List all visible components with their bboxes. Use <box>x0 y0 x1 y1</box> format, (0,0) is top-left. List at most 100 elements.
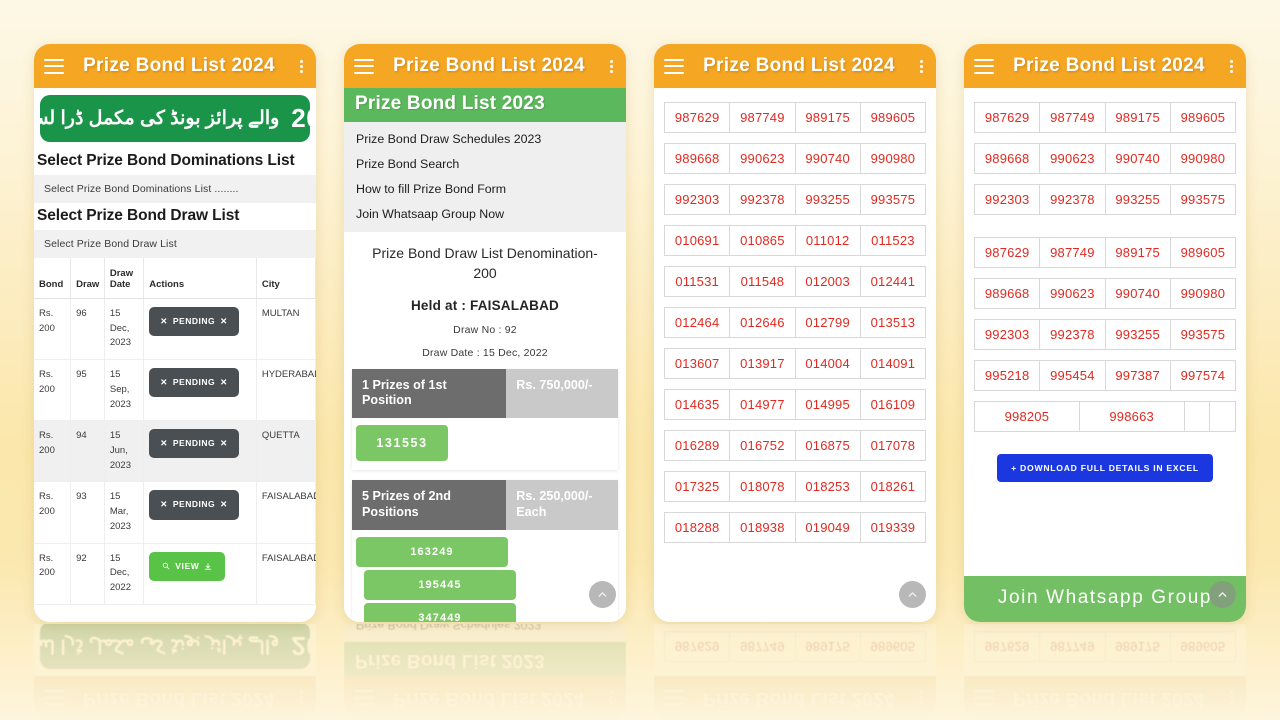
bond-number-cell: 990623 <box>730 143 796 174</box>
urdu-denomination-banner: 200 والے پرائز بونڈ کی مکمل ڈرا لسٹ <box>34 95 316 142</box>
bond-number-cell: 012464 <box>664 307 731 338</box>
table-row: Rs. 200 93 15 Mar, 2023 ✕ PENDING ✕ FAISALABAD <box>34 481 316 544</box>
draw-date: Draw Date : 15 Dec, 2022 <box>422 346 548 359</box>
view-button-label: VIEW <box>175 560 200 571</box>
bond-number-cell: 989175 <box>1105 102 1171 133</box>
bond-number-cell: 992303 <box>974 319 1041 350</box>
view-button[interactable]: VIEW <box>149 551 226 581</box>
phone-mockup-stage: Prize Bond List 2024 200 والے پرائز بونڈ… <box>0 0 1280 720</box>
prize-blocks-container: 1 Prizes of 1st Position Rs. 750,000/- 131… <box>344 368 626 622</box>
hamburger-menu-icon[interactable] <box>354 58 374 74</box>
hamburger-menu-icon[interactable] <box>44 58 64 74</box>
pending-button[interactable]: ✕ PENDING ✕ <box>149 368 239 398</box>
pending-button[interactable]: ✕ PENDING ✕ <box>149 490 239 520</box>
phone-screen-1: Prize Bond List 2024 200 والے پرائز بونڈ… <box>34 44 316 622</box>
close-icon: ✕ <box>220 377 228 388</box>
close-icon: ✕ <box>160 377 168 388</box>
bond-number-cell: 992378 <box>1040 319 1106 350</box>
prize-header: 1 Prizes of 1st Position Rs. 750,000/- <box>352 368 619 419</box>
draw-list-select[interactable]: Select Prize Bond Draw List <box>34 230 316 258</box>
prize-header: 5 Prizes of 2nd Positions Rs. 250,000/- E… <box>352 480 619 530</box>
drawer-menu-item[interactable]: Join Whatsaap Group Now <box>344 201 626 226</box>
drawer-menu-item[interactable]: Prize Bond Search <box>344 151 626 176</box>
panel2-reflection: Prize Bond List 2024 Prize Bond List 202… <box>344 624 626 720</box>
kebab-more-icon[interactable] <box>1224 59 1238 73</box>
bond-number-cell: 992303 <box>664 184 731 215</box>
bond-number-cell <box>1184 401 1211 432</box>
bond-number-cell: 989175 <box>1105 631 1171 662</box>
number-grid-row: 011531 011548 012003 012441 <box>664 266 926 297</box>
cell-draw-date: 15 Dec, 2022 <box>104 543 145 605</box>
kebab-more-icon[interactable] <box>294 59 308 73</box>
prize-block: 1 Prizes of 1st Position Rs. 750,000/- 131… <box>352 368 619 471</box>
number-grid-row: 987629 987749 989175 989605 <box>664 102 926 133</box>
join-whatsapp-group-bar[interactable]: Join Whatsapp Group <box>964 576 1246 622</box>
number-grid-row: 992303 992378 993255 993575 <box>974 319 1236 350</box>
bond-number-cell: 018253 <box>795 471 861 502</box>
winning-number: 195445 <box>364 569 516 600</box>
number-grid-row: 992303 992378 993255 993575 <box>664 184 926 215</box>
prize-numbers: 131553 <box>352 418 618 471</box>
pending-button[interactable]: ✕ PENDING ✕ <box>149 429 239 459</box>
kebab-more-icon <box>294 691 308 705</box>
bond-number-grid-4: 9876299877499891759896059896689906239907… <box>964 624 1246 676</box>
hamburger-menu-icon[interactable] <box>664 58 684 74</box>
bond-number-cell: 997387 <box>1105 360 1171 391</box>
bond-number-cell: 989668 <box>974 278 1041 309</box>
drawer-menu-list: Prize Bond Draw Schedules 2023Prize Bond… <box>344 122 626 232</box>
draw-number: Draw No : 92 <box>453 323 517 336</box>
panel4-content: 9876299877499891759896059896689906239907… <box>964 88 1246 622</box>
bond-number-cell: 989605 <box>860 102 926 133</box>
bond-number-cell: 016289 <box>664 430 731 461</box>
number-grid-row: 018288 018938 019049 019339 <box>664 512 926 543</box>
bond-number-cell: 990740 <box>1105 143 1171 174</box>
th-actions: Actions <box>143 258 257 299</box>
hamburger-menu-icon[interactable] <box>974 58 994 74</box>
banner-urdu-text: والے پرائز بونڈ کی مکمل ڈرا لسٹ <box>34 635 280 656</box>
download-excel-button[interactable]: + DOWNLOAD FULL DETAILS IN EXCEL <box>997 454 1213 482</box>
bond-number-cell: 987749 <box>730 102 796 133</box>
kebab-more-icon[interactable] <box>914 59 928 73</box>
bond-number-cell: 013513 <box>860 307 926 338</box>
number-grid-row: 014635 014977 014995 016109 <box>664 389 926 420</box>
bond-number-cell: 018261 <box>860 471 926 502</box>
bond-number-cell: 990740 <box>795 143 861 174</box>
banner-denomination: 200 <box>291 631 316 661</box>
bond-number-cell: 012441 <box>860 266 926 297</box>
panel2-content: Prize Bond List 2023 Prize Bond Draw Sch… <box>344 624 626 676</box>
bond-number-cell: 990623 <box>1040 278 1106 309</box>
app-header-4: Prize Bond List 2024 <box>964 676 1246 720</box>
bond-number-cell: 997574 <box>1170 360 1236 391</box>
bond-number-cell: 987749 <box>730 631 796 662</box>
drawer-menu-item[interactable]: Prize Bond Draw Schedules 2023 <box>344 126 626 151</box>
drawer-menu-item[interactable]: How to fill Prize Bond Form <box>344 176 626 201</box>
pending-button-label: PENDING <box>172 316 216 326</box>
prize-position-label: 5 Prizes of 2nd Positions <box>352 480 507 530</box>
phone-screen-4: Prize Bond List 2024 987629 987749 989175 9… <box>964 44 1246 622</box>
scroll-to-top-button[interactable] <box>899 581 926 608</box>
bond-number-cell: 995218 <box>974 360 1041 391</box>
bond-number-cell: 016875 <box>795 430 861 461</box>
pending-button[interactable]: ✕ PENDING ✕ <box>149 307 239 337</box>
cell-city: HYDERABAD <box>256 359 316 422</box>
th-draw: Draw <box>70 258 105 299</box>
bond-number-cell: 990980 <box>1170 278 1236 309</box>
kebab-more-icon[interactable] <box>604 59 618 73</box>
number-grid-row: 998205 998663 <box>974 401 1236 432</box>
bond-number-cell: 018938 <box>730 512 796 543</box>
scroll-to-top-button[interactable] <box>589 581 616 608</box>
panel1-content: 200 والے پرائز بونڈ کی مکمل ڈرا لسٹ Sele… <box>34 88 316 622</box>
pending-button-label: PENDING <box>172 377 216 388</box>
app-header-2: Prize Bond List 2024 <box>344 44 626 88</box>
close-icon: ✕ <box>220 438 228 449</box>
phone-screen-3: Prize Bond List 2024 987629 987749 989175 9… <box>654 44 936 622</box>
dominations-select[interactable]: Select Prize Bond Dominations List .....… <box>34 175 316 203</box>
bond-number-cell: 016109 <box>860 389 926 420</box>
bond-number-cell: 993575 <box>1170 319 1236 350</box>
cell-draw-date: 15 Dec, 2023 <box>104 298 145 361</box>
winning-number: 163249 <box>356 536 508 567</box>
banner-denomination: 200 <box>291 103 316 133</box>
scroll-to-top-button[interactable] <box>1209 581 1236 608</box>
bond-number-cell: 989605 <box>1170 102 1236 133</box>
cell-draw: 92 <box>70 543 105 605</box>
